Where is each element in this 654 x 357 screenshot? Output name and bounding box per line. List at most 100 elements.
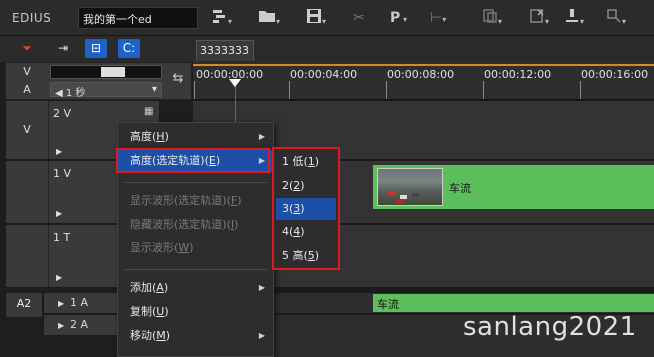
track-lock-icon[interactable]: ▦ <box>144 106 153 117</box>
menu-item-key: W <box>178 241 190 254</box>
submenu-item-suffix: ) <box>314 155 320 168</box>
submenu-item-label: 4( <box>282 225 294 238</box>
sync-lock-button[interactable]: C: <box>118 39 140 58</box>
height-submenu: 1 低(1) 2(2) 3(3) 4(4) 5 高(5) <box>273 148 339 269</box>
clip-thumbnail <box>377 168 443 206</box>
menu-item-label: 显示波形(选定轨道)( <box>130 194 231 207</box>
audio-channel-label: A2 <box>5 292 43 318</box>
cut-icon: ✂ <box>353 10 365 26</box>
scroll-thumb[interactable] <box>101 67 125 77</box>
timecode-label: 00:00:08:00 <box>387 68 455 81</box>
save-button[interactable]: ▾ <box>306 8 326 28</box>
chevron-down-icon: ▾ <box>151 84 157 95</box>
submenu-arrow-icon: ▶ <box>258 132 265 141</box>
playhead-handle[interactable] <box>229 79 241 87</box>
menu-item-add[interactable]: 添加(A) ▶ <box>118 277 273 299</box>
marker-button[interactable]: ▾ <box>564 8 584 28</box>
menu-item-suffix: ) <box>215 154 221 167</box>
track-name: 2 V <box>53 107 72 120</box>
menu-item-key: A <box>156 281 164 294</box>
submenu-item-label: 1 低( <box>282 155 308 168</box>
expand-icon[interactable]: ▶ <box>56 147 62 156</box>
trim-button[interactable]: ⊢▾ <box>430 8 446 28</box>
menu-item-label: 复制( <box>130 305 157 318</box>
video-toggle[interactable]: V <box>6 65 48 78</box>
menu-item-height-selected-track[interactable]: 高度(选定轨道)(E) ▶ <box>118 150 273 172</box>
submenu-arrow-icon: ▶ <box>258 331 265 340</box>
dropdown-arrow-icon: ▾ <box>622 17 627 26</box>
menu-item-show-waveform[interactable]: 显示波形(W) <box>118 237 273 259</box>
sync-icon: C: <box>122 41 136 55</box>
menu-item-label: 显示波形( <box>130 241 179 254</box>
save-icon <box>307 9 321 23</box>
zoom-button[interactable]: ▾ <box>606 8 626 28</box>
divider <box>48 225 49 287</box>
dropdown-arrow-icon: ▾ <box>545 17 550 26</box>
set-in-button[interactable]: ⏷ <box>16 39 38 58</box>
timeline-ruler[interactable]: 00:00:00:00 00:00:04:00 00:00:08:00 00:0… <box>193 62 654 100</box>
p-button[interactable]: P ▾ <box>390 8 407 28</box>
menu-item-key: M <box>156 329 166 342</box>
track-header-panel: V A ◀ 1 秒 ▾ ⇆ <box>5 62 192 100</box>
open-folder-button[interactable]: ▾ <box>258 8 280 28</box>
submenu-item-3[interactable]: 3(3) <box>276 198 336 220</box>
ripple-button[interactable]: ⇥ <box>52 39 74 58</box>
menu-item-show-waveform-selected[interactable]: 显示波形(选定轨道)(F) <box>118 190 273 212</box>
ruler-tick <box>194 81 195 99</box>
sequence-menu-button[interactable]: ▾ <box>212 8 232 28</box>
delete-button[interactable]: ▾ <box>529 8 549 28</box>
expand-icon[interactable]: ▶ <box>56 209 62 218</box>
sequence-icon <box>213 10 225 23</box>
swap-button[interactable]: ⇆ <box>166 71 190 91</box>
submenu-item-2[interactable]: 2(2) <box>276 175 336 197</box>
menu-item-suffix: ) <box>237 194 242 207</box>
scale-selector[interactable]: ◀ 1 秒 ▾ <box>50 82 162 99</box>
submenu-item-5[interactable]: 5 高(5) <box>276 245 336 267</box>
menu-item-suffix: ) <box>165 329 171 342</box>
expand-icon[interactable]: ▶ <box>58 321 64 330</box>
trim-icon: ⊢ <box>430 10 443 26</box>
track-name: 1 A <box>70 296 89 309</box>
submenu-item-label: 2( <box>282 179 294 192</box>
in-point-icon: ⏷ <box>22 41 32 55</box>
video-clip[interactable]: 车流 <box>373 165 654 209</box>
render-bar <box>193 64 654 66</box>
timecode-label: 00:00:16:00 <box>581 68 649 81</box>
submenu-arrow-icon: ▶ <box>258 283 265 292</box>
marker-icon <box>566 9 578 22</box>
audio-toggle[interactable]: A <box>6 83 48 96</box>
app-name: EDIUS <box>12 11 52 25</box>
menu-item-move[interactable]: 移动(M) ▶ <box>118 325 273 347</box>
menu-item-height[interactable]: 高度(H) ▶ <box>118 126 273 148</box>
expand-icon[interactable]: ▶ <box>56 273 62 282</box>
submenu-item-suffix: ) <box>300 202 305 215</box>
cut-button[interactable]: ✂ <box>353 8 365 28</box>
menu-item-label: 移动( <box>130 329 157 342</box>
ruler-tick <box>386 81 387 99</box>
audio-clip[interactable]: 车流 <box>373 294 654 312</box>
ruler-tick <box>580 81 581 99</box>
submenu-item-key: 5 <box>307 249 315 262</box>
dropdown-arrow-icon: ▾ <box>442 15 447 24</box>
tab-sequence[interactable]: 3333333 <box>196 40 254 61</box>
submenu-item-suffix: ) <box>314 249 320 262</box>
menu-item-duplicate[interactable]: 复制(U) <box>118 301 273 323</box>
copy-button[interactable]: ▾ <box>482 8 502 28</box>
clip-name: 车流 <box>449 182 471 195</box>
timecode-label: 00:00:04:00 <box>290 68 358 81</box>
menu-item-suffix: ) <box>164 130 169 143</box>
menu-item-suffix: ) <box>234 218 239 231</box>
link-button[interactable]: ⊟ <box>85 39 107 58</box>
track-type-label: V <box>23 123 31 136</box>
folder-icon <box>259 11 275 22</box>
context-menu: 高度(H) ▶ 高度(选定轨道)(E) ▶ 显示波形(选定轨道)(F) 隐藏波形… <box>117 122 274 357</box>
expand-icon[interactable]: ▶ <box>58 299 64 308</box>
project-name-field[interactable]: 我的第一个ed <box>78 7 198 29</box>
timeline-scroll-bar[interactable] <box>50 65 162 79</box>
menu-item-hide-waveform-selected[interactable]: 隐藏波形(选定轨道)(I) <box>118 214 273 236</box>
ripple-icon: ⇥ <box>57 41 69 55</box>
menu-item-suffix: ) <box>164 305 169 318</box>
submenu-item-4[interactable]: 4(4) <box>276 221 336 243</box>
menu-item-key: E <box>208 154 216 167</box>
submenu-item-1[interactable]: 1 低(1) <box>276 151 336 173</box>
